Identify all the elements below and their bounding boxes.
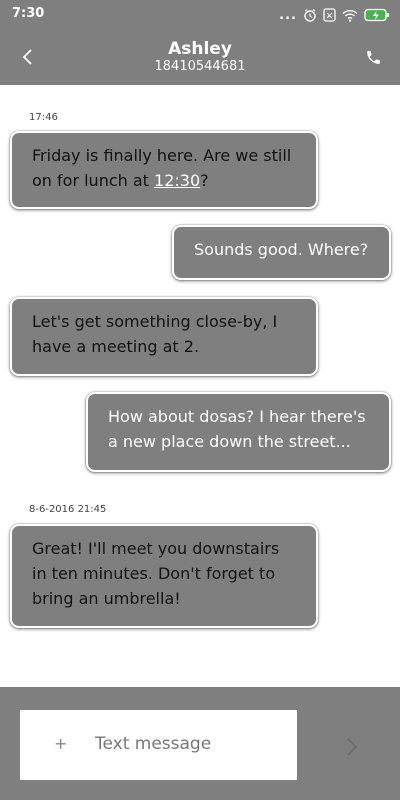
message-text: Sounds good. Where? [194,240,369,259]
send-button[interactable] [342,735,362,759]
contact-number: 18410544681 [154,59,246,74]
status-time: 7:30 [12,6,45,21]
message-bubble-incoming[interactable]: Great! I'll meet you downstairs in ten m… [10,524,318,628]
add-attachment-button[interactable]: + [54,734,67,753]
contact-header: Ashley 18410544681 [100,39,300,75]
chevron-left-icon [22,49,32,65]
message-input[interactable]: + Text message [20,710,297,780]
message-bubble-incoming[interactable]: Let's get something close-by, I have a m… [10,297,318,376]
status-icons: ... [279,6,390,24]
more-notifications-icon: ... [279,7,297,23]
timestamp: 8-6-2016 21:45 [29,504,107,515]
composer-bar: + Text message [0,687,400,800]
top-bar: 7:30 ... Ashley 18410544681 [0,0,400,85]
status-bar: 7:30 ... [0,0,400,30]
alarm-icon [303,8,317,22]
message-bubble-outgoing[interactable]: Sounds good. Where? [172,225,391,280]
timestamp: 17:46 [29,112,58,123]
no-sim-icon [323,8,336,22]
time-link[interactable]: 12:30 [154,171,200,190]
message-placeholder: Text message [95,734,212,754]
battery-charging-icon [364,8,390,22]
wifi-icon [342,9,358,22]
back-button[interactable] [14,44,40,70]
message-text: ? [200,171,209,190]
message-text: Let's get something close-by, I have a m… [32,312,278,356]
chevron-right-icon [347,738,358,756]
message-text: Great! I'll meet you downstairs in ten m… [32,539,280,608]
contact-name: Ashley [168,39,232,59]
message-thread[interactable]: 17:46 Friday is finally here. Are we sti… [0,85,400,687]
message-text: How about dosas? I hear there's a new pl… [108,407,366,451]
message-bubble-incoming[interactable]: Friday is finally here. Are we still on … [10,131,318,209]
call-button[interactable] [360,44,386,70]
message-bubble-outgoing[interactable]: How about dosas? I hear there's a new pl… [86,392,391,472]
phone-icon [366,50,380,64]
